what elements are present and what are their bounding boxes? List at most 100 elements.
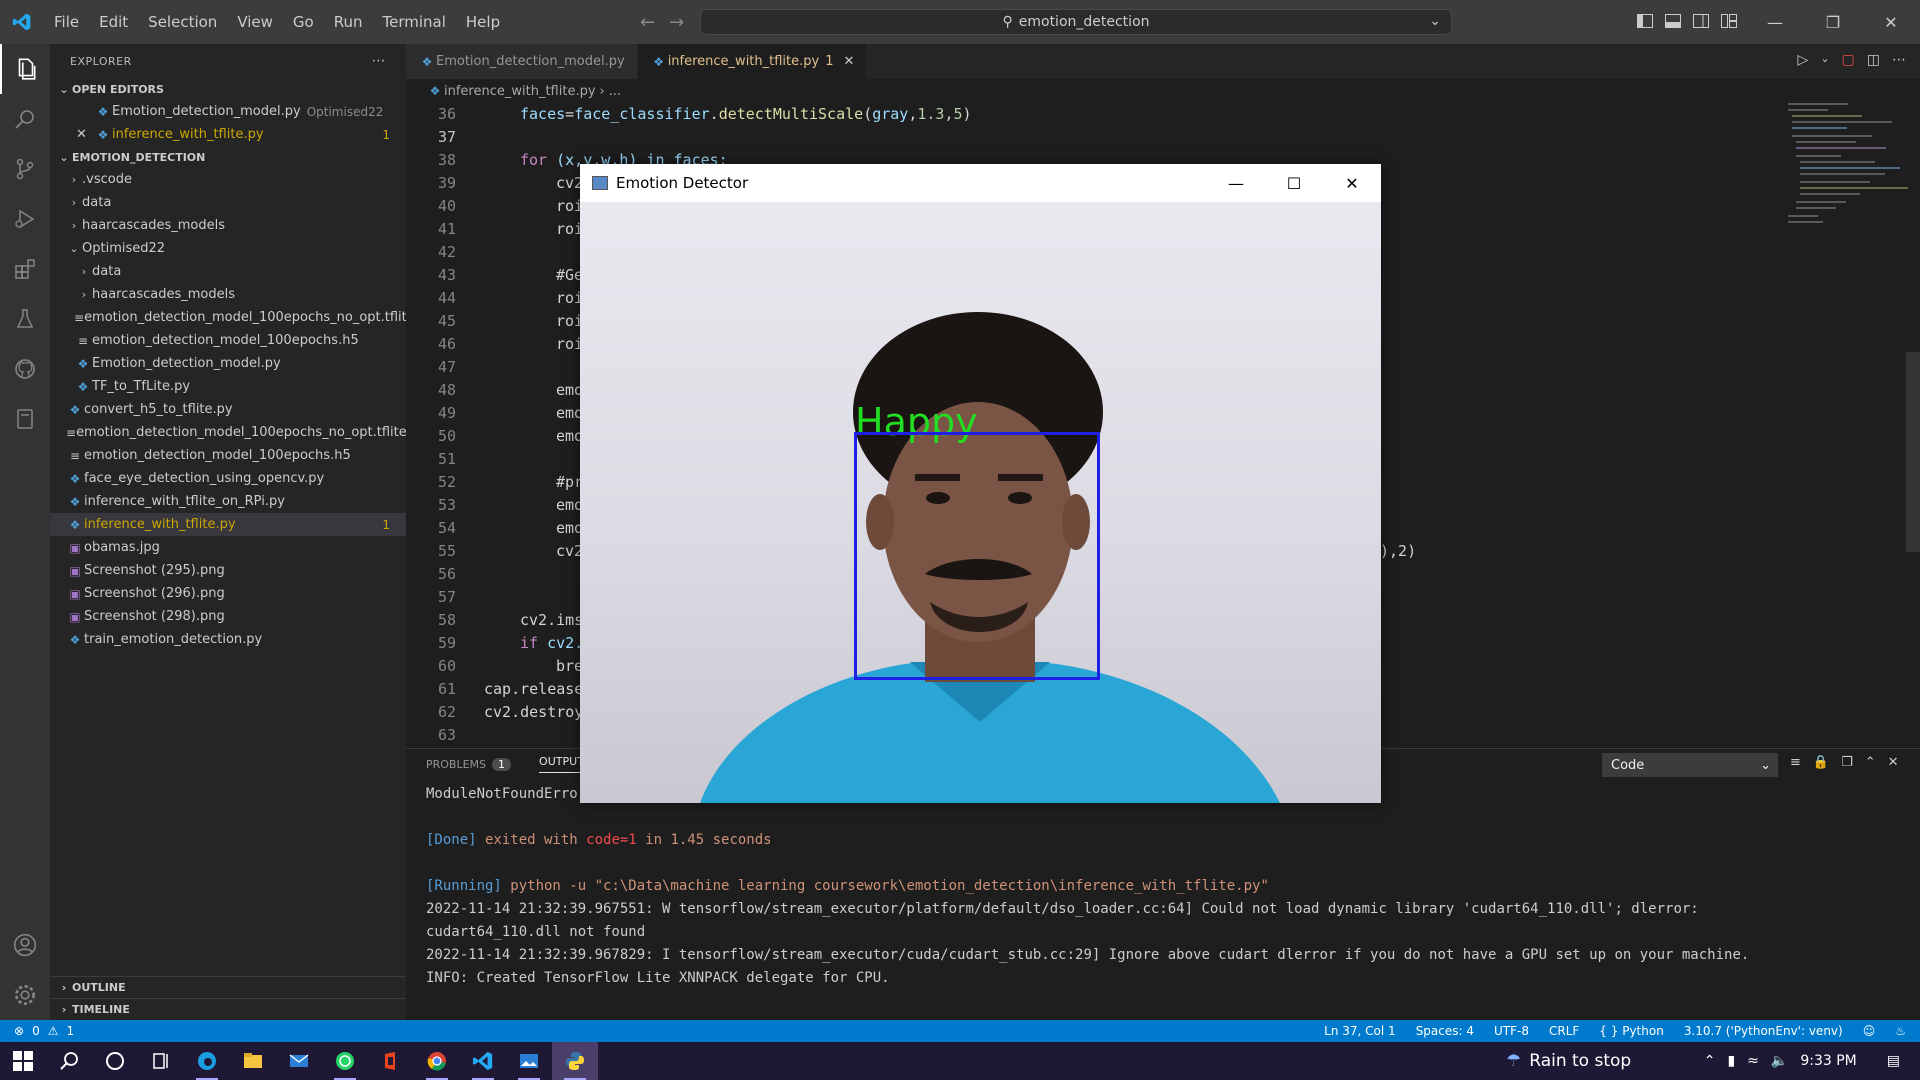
run-icon[interactable]: ▷ xyxy=(1798,52,1809,68)
tab-emotion-detection-model[interactable]: ❖ Emotion_detection_model.py xyxy=(406,44,638,79)
gear-icon[interactable] xyxy=(0,970,50,1020)
file-item[interactable]: ❖ Emotion_detection_model.py xyxy=(50,352,406,375)
open-in-editor-icon[interactable]: ❐ xyxy=(1841,755,1853,770)
restore-icon[interactable]: ❐ xyxy=(1804,0,1862,44)
file-item[interactable]: ≡ emotion_detection_model_100epochs.h5 xyxy=(50,444,406,467)
output-log[interactable]: ModuleNotFoundError: No module named 'tf… xyxy=(426,783,1906,990)
close-icon[interactable]: ✕ xyxy=(844,54,855,69)
breadcrumb-rest[interactable]: ... xyxy=(609,84,621,99)
menu-run[interactable]: Run xyxy=(324,0,373,44)
toggle-panel-icon[interactable] xyxy=(1664,12,1682,30)
toggle-sidebar-icon[interactable] xyxy=(1636,12,1654,30)
folder-item[interactable]: › haarcascades_models xyxy=(50,283,406,306)
python-interpreter[interactable]: 3.10.7 ('PythonEnv': venv) xyxy=(1684,1024,1843,1038)
python-window-icon[interactable] xyxy=(552,1042,598,1080)
detector-titlebar[interactable]: Emotion Detector — ☐ ✕ xyxy=(580,164,1381,202)
wifi-icon[interactable]: ≈ xyxy=(1747,1053,1759,1069)
minimap[interactable] xyxy=(1788,103,1908,243)
mail-icon[interactable] xyxy=(276,1042,322,1080)
chevron-up-icon[interactable]: ⌃ xyxy=(1865,755,1876,770)
search-icon[interactable] xyxy=(46,1042,92,1080)
menu-selection[interactable]: Selection xyxy=(138,0,227,44)
open-editors-section[interactable]: ⌄ OPEN EDITORS xyxy=(50,78,406,100)
file-item[interactable]: ≡ emotion_detection_model_100epochs_no_op… xyxy=(50,306,415,329)
feedback-icon[interactable]: ☺ xyxy=(1863,1024,1876,1038)
menu-edit[interactable]: Edit xyxy=(89,0,138,44)
close-icon[interactable]: ✕ xyxy=(1323,164,1381,202)
file-item[interactable]: ❖ TF_to_TfLite.py xyxy=(50,375,406,398)
close-icon[interactable]: ✕ xyxy=(1862,0,1920,44)
customize-layout-icon[interactable] xyxy=(1720,12,1738,30)
file-item[interactable]: ▣ obamas.jpg xyxy=(50,536,406,559)
folder-item[interactable]: › haarcascades_models xyxy=(50,214,406,237)
project-section[interactable]: ⌄ EMOTION_DETECTION xyxy=(50,146,406,168)
stop-icon[interactable]: ▢ xyxy=(1842,52,1855,68)
command-center-search[interactable]: ⚲ emotion_detection ⌄ xyxy=(700,9,1452,35)
source-control-icon[interactable] xyxy=(0,144,50,194)
folder-item[interactable]: › data xyxy=(50,191,406,214)
close-icon[interactable]: ✕ xyxy=(76,127,94,142)
folder-item[interactable]: ⌄ Optimised22 xyxy=(50,237,406,260)
account-icon[interactable] xyxy=(0,920,50,970)
chrome-icon[interactable] xyxy=(414,1042,460,1080)
toggle-secondary-sidebar-icon[interactable] xyxy=(1692,12,1710,30)
whatsapp-icon[interactable] xyxy=(322,1042,368,1080)
problems-status[interactable]: ⊗ 0 ⚠ 1 xyxy=(0,1024,74,1038)
file-item[interactable]: ≡ emotion_detection_model_100epochs.h5 xyxy=(50,329,406,352)
minimize-icon[interactable]: — xyxy=(1207,164,1265,202)
photos-icon[interactable] xyxy=(506,1042,552,1080)
split-editor-icon[interactable]: ◫ xyxy=(1867,52,1880,68)
editor-scrollbar[interactable] xyxy=(1906,352,1920,552)
remote-explorer-icon[interactable] xyxy=(0,394,50,444)
menu-file[interactable]: File xyxy=(44,0,89,44)
back-arrow-icon[interactable]: ← xyxy=(640,12,655,33)
explorer-icon[interactable] xyxy=(0,44,50,94)
open-editor-item[interactable]: ✕ ❖ inference_with_tflite.py 1 xyxy=(50,123,406,146)
breadcrumb-file[interactable]: inference_with_tflite.py xyxy=(444,84,596,99)
close-icon[interactable]: ✕ xyxy=(1888,755,1899,770)
file-item[interactable]: ≡ emotion_detection_model_100epochs_no_op… xyxy=(50,421,407,444)
edge-browser-icon[interactable] xyxy=(184,1042,230,1080)
open-editor-item[interactable]: ❖ Emotion_detection_model.py Optimised22 xyxy=(50,100,406,123)
notification-icon[interactable]: ▤ xyxy=(1887,1053,1900,1069)
file-item[interactable]: ❖ inference_with_tflite_on_RPi.py xyxy=(50,490,406,513)
menu-view[interactable]: View xyxy=(227,0,283,44)
file-explorer-icon[interactable] xyxy=(230,1042,276,1080)
timeline-section[interactable]: › TIMELINE xyxy=(50,998,406,1020)
file-item[interactable]: ❖ train_emotion_detection.py xyxy=(50,628,406,651)
chevron-up-icon[interactable]: ⌃ xyxy=(1704,1053,1716,1069)
extensions-icon[interactable] xyxy=(0,244,50,294)
file-item-selected[interactable]: ❖ inference_with_tflite.py 1 xyxy=(50,513,406,536)
minimize-icon[interactable]: — xyxy=(1746,0,1804,44)
file-item[interactable]: ❖ face_eye_detection_using_opencv.py xyxy=(50,467,406,490)
weather-widget[interactable]: ☂ Rain to stop xyxy=(1506,1042,1631,1080)
maximize-icon[interactable]: ☐ xyxy=(1265,164,1323,202)
battery-icon[interactable]: ▮ xyxy=(1727,1053,1735,1069)
output-channel-select[interactable]: Code ⌄ xyxy=(1602,753,1778,777)
clock[interactable]: 9:33 PM xyxy=(1800,1053,1856,1069)
menu-go[interactable]: Go xyxy=(283,0,324,44)
windows-start-icon[interactable] xyxy=(0,1042,46,1080)
more-actions-icon[interactable]: ⋯ xyxy=(372,53,387,69)
cursor-position[interactable]: Ln 37, Col 1 xyxy=(1324,1024,1396,1038)
emotion-detector-window[interactable]: Emotion Detector — ☐ ✕ Happy xyxy=(580,164,1381,803)
forward-arrow-icon[interactable]: → xyxy=(669,12,684,33)
chevron-down-icon[interactable]: ⌄ xyxy=(1820,52,1829,68)
indentation[interactable]: Spaces: 4 xyxy=(1416,1024,1474,1038)
folder-item[interactable]: › data xyxy=(50,260,406,283)
menu-terminal[interactable]: Terminal xyxy=(373,0,456,44)
language-mode[interactable]: { } Python xyxy=(1599,1024,1664,1038)
lock-icon[interactable]: 🔒 xyxy=(1813,755,1829,770)
chevron-down-icon[interactable]: ⌄ xyxy=(1429,13,1441,29)
encoding[interactable]: UTF-8 xyxy=(1494,1024,1529,1038)
github-icon[interactable] xyxy=(0,344,50,394)
tab-inference-with-tflite[interactable]: ❖ inference_with_tflite.py 1 ✕ xyxy=(637,44,868,79)
vscode-taskbar-icon[interactable] xyxy=(460,1042,506,1080)
cortana-icon[interactable] xyxy=(92,1042,138,1080)
testing-flask-icon[interactable] xyxy=(0,294,50,344)
bell-icon[interactable]: ♨ xyxy=(1895,1024,1906,1038)
volume-icon[interactable]: 🔈 xyxy=(1771,1053,1788,1069)
folder-item[interactable]: › .vscode xyxy=(50,168,406,191)
outline-section[interactable]: › OUTLINE xyxy=(50,976,406,998)
line-ending[interactable]: CRLF xyxy=(1549,1024,1579,1038)
